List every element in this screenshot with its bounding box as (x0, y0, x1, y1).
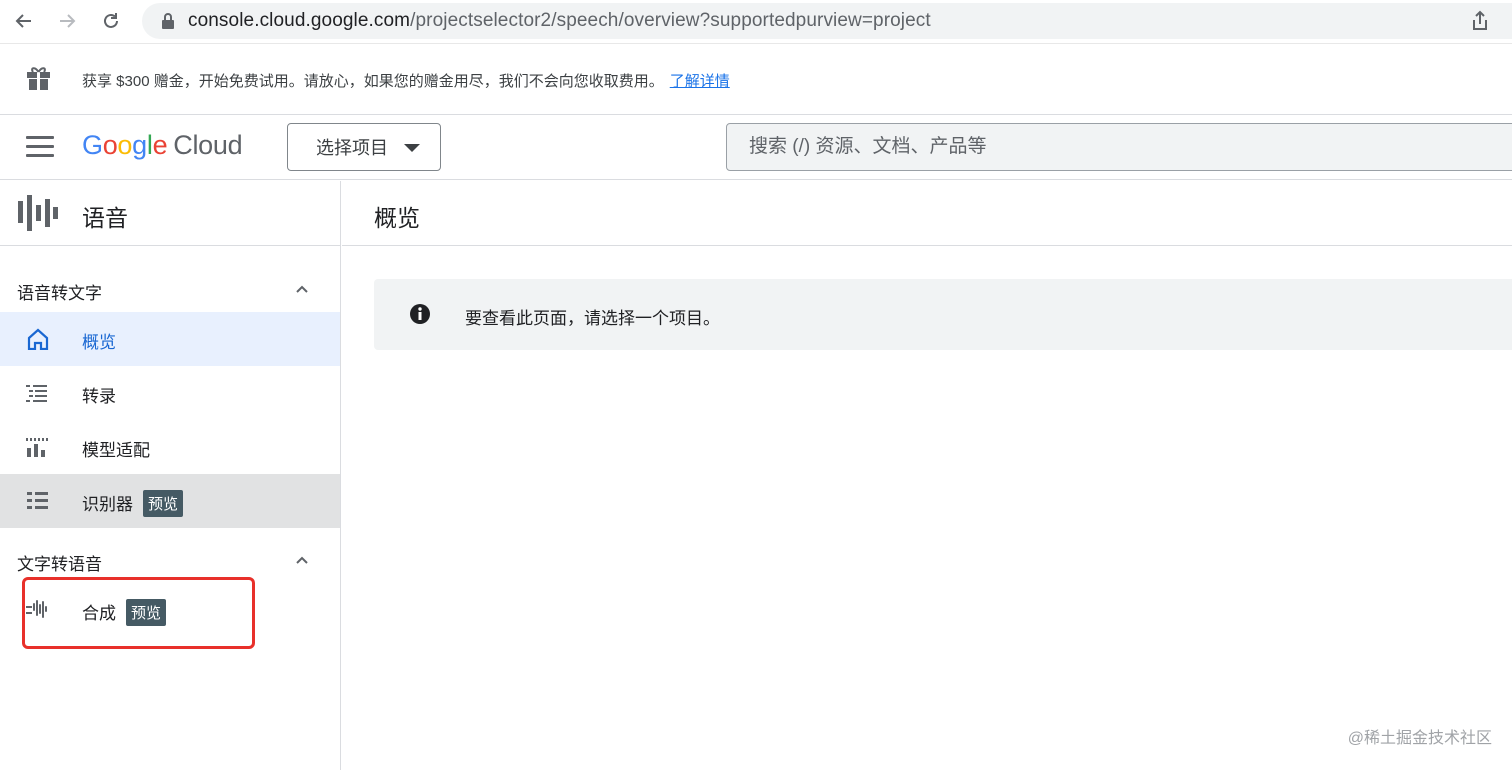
waveform-icon (26, 600, 47, 618)
search-input[interactable] (726, 123, 1512, 171)
sidebar-item-overview[interactable]: 概览 (0, 312, 340, 366)
project-selector-label: 选择项目 (316, 138, 388, 158)
caret-down-icon (404, 144, 420, 152)
learn-more-link[interactable]: 了解详情 (670, 73, 730, 90)
main-content: 概览 要查看此页面，请选择一个项目。 (342, 181, 1512, 770)
browser-toolbar: console.cloud.google.com/projectselector… (0, 0, 1512, 44)
sidebar-item-synthesis[interactable]: 合成 预览 (0, 583, 340, 637)
info-icon (410, 304, 430, 324)
sidebar: 语音 语音转文字 概览 转录 模型适配 识别器 预览 文字转语音 合成 预览 (0, 181, 341, 770)
sidebar-item-label: 合成 (82, 604, 116, 623)
info-banner: 要查看此页面，请选择一个项目。 (374, 279, 1512, 350)
lines-icon (27, 492, 48, 509)
sidebar-item-label: 识别器 (82, 495, 133, 514)
section-text-to-speech[interactable]: 文字转语音 (0, 534, 340, 586)
back-button[interactable] (10, 8, 38, 34)
watermark: @稀土掘金技术社区 (1347, 730, 1492, 747)
arrow-left-icon (15, 14, 31, 28)
section-speech-to-text[interactable]: 语音转文字 (0, 263, 340, 315)
promo-banner: 获享 $300 赠金，开始免费试用。请放心，如果您的赠金用尽，我们不会向您收取费… (0, 45, 1512, 115)
sidebar-item-label-group: 识别器 预览 (82, 490, 184, 519)
chevron-up-icon (296, 556, 308, 564)
url-path: /projectselector2/speech/overview?suppor… (410, 10, 931, 31)
sidebar-item-model-adaptation[interactable]: 模型适配 (0, 420, 340, 474)
sidebar-item-transcriptions[interactable]: 转录 (0, 366, 340, 420)
section-title: 文字转语音 (17, 555, 102, 574)
top-app-bar: Google Cloud 选择项目 (0, 116, 1512, 180)
promo-message: 获享 $300 赠金，开始免费试用。请放心，如果您的赠金用尽，我们不会向您收取费… (82, 73, 730, 90)
list-icon (26, 385, 47, 402)
speech-product-icon (18, 195, 58, 231)
share-icon[interactable] (1468, 9, 1492, 33)
page-header: 概览 (342, 181, 1512, 246)
preview-badge: 预览 (143, 490, 184, 518)
google-cloud-logo[interactable]: Google Cloud (82, 130, 243, 161)
sidebar-item-label-group: 合成 预览 (82, 599, 167, 628)
chevron-up-icon (296, 285, 308, 293)
reload-icon (104, 13, 118, 28)
page-title: 概览 (374, 205, 420, 231)
sidebar-item-label: 概览 (82, 333, 116, 352)
preview-badge: 预览 (126, 599, 167, 627)
menu-icon[interactable] (26, 136, 54, 160)
bars-icon (26, 438, 48, 457)
project-selector-button[interactable]: 选择项目 (287, 123, 441, 171)
arrow-right-icon (60, 14, 76, 28)
lock-icon (162, 13, 174, 29)
product-title: 语音 (82, 205, 128, 231)
sidebar-item-label: 转录 (82, 387, 116, 406)
info-message: 要查看此页面，请选择一个项目。 (465, 309, 720, 328)
reload-button[interactable] (97, 8, 125, 34)
product-header: 语音 (0, 181, 340, 246)
address-bar[interactable]: console.cloud.google.com/projectselector… (142, 3, 1512, 39)
gift-icon (27, 67, 50, 90)
sidebar-item-label: 模型适配 (82, 441, 150, 460)
url-host: console.cloud.google.com (188, 10, 411, 31)
home-icon (27, 328, 49, 350)
forward-button[interactable] (53, 8, 81, 34)
section-title: 语音转文字 (17, 284, 102, 303)
sidebar-item-recognizers[interactable]: 识别器 预览 (0, 474, 340, 528)
